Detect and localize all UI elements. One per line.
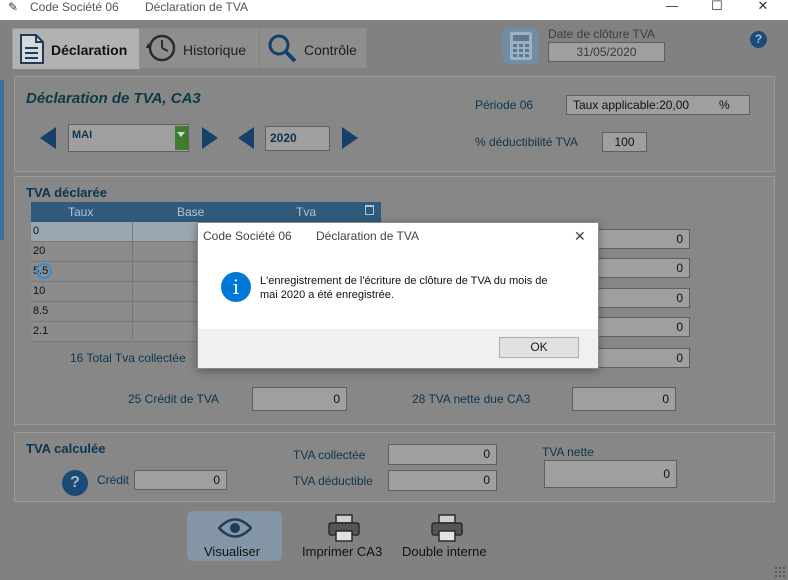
window-doc-title: Déclaration de TVA	[145, 0, 248, 14]
print-ca3-button[interactable]: Imprimer CA3	[300, 511, 390, 561]
right-value-field[interactable]: 0	[592, 317, 690, 337]
month-select-value: MAI	[72, 129, 93, 141]
month-select[interactable]: MAI	[68, 124, 189, 152]
declaration-title: Déclaration de TVA, CA3	[26, 90, 201, 107]
period-label: Période 06	[475, 98, 534, 112]
trash-icon[interactable]	[365, 205, 374, 215]
printer-icon	[328, 514, 360, 542]
dialog-close-button[interactable]: ✕	[574, 228, 586, 245]
title-bar: ✎ Code Société 06 Déclaration de TVA — ☐…	[0, 0, 788, 20]
month-prev-arrow[interactable]	[40, 127, 56, 149]
rate-value: 20,00	[659, 98, 690, 112]
right-value-field[interactable]: 0	[592, 258, 690, 278]
tab-declaration-label: Déclaration	[51, 42, 128, 58]
net-due-label: 28 TVA nette due CA3	[412, 392, 531, 406]
info-icon: i	[221, 272, 251, 302]
dialog-message-line1: L'enregistrement de l'écriture de clôtur…	[260, 275, 548, 287]
right-value-field[interactable]: 0	[592, 288, 690, 308]
calc-collected-field[interactable]: 0	[388, 444, 497, 465]
year-next-arrow[interactable]	[342, 127, 358, 149]
tva-declaree-title: TVA déclarée	[26, 185, 107, 200]
month-next-arrow[interactable]	[202, 127, 218, 149]
dialog-footer: OK	[198, 329, 598, 368]
grid-cell-taux: 8.5	[33, 305, 49, 317]
close-button[interactable]: ✕	[748, 0, 778, 14]
total-collected-field[interactable]: 0	[592, 348, 690, 368]
maximize-button[interactable]: ☐	[702, 0, 732, 14]
dialog-doc-title: Déclaration de TVA	[316, 229, 419, 243]
tva-calculee-title: TVA calculée	[26, 441, 106, 456]
chevron-down-icon	[177, 132, 185, 137]
preview-button[interactable]: Visualiser	[187, 511, 282, 561]
closing-date-field[interactable]: 31/05/2020	[548, 42, 665, 62]
ok-button[interactable]: OK	[499, 337, 579, 358]
month-dropdown-button[interactable]	[175, 126, 188, 150]
clock-icon	[146, 34, 176, 62]
calc-credit-field[interactable]: 0	[134, 470, 227, 490]
grid-cell-taux: 20	[33, 245, 46, 257]
deductibility-field[interactable]: 100	[602, 132, 647, 152]
credit-tva-label: 25 Crédit de TVA	[128, 392, 219, 406]
help-icon[interactable]: ?	[750, 31, 767, 48]
grid-col-divider	[132, 222, 133, 340]
tab-historique-label: Historique	[183, 42, 247, 58]
dialog-body: i L'enregistrement de l'écriture de clôt…	[198, 257, 598, 329]
double-internal-label: Double interne	[402, 544, 487, 559]
grid-col-taux: Taux	[68, 205, 94, 219]
grid-cell-taux: 0	[33, 225, 40, 237]
dialog-message-line2: mai 2020 a été enregistrée.	[260, 289, 394, 301]
year-prev-arrow[interactable]	[238, 127, 254, 149]
calc-collected-label: TVA collectée	[293, 448, 366, 462]
calculator-icon[interactable]	[502, 27, 540, 65]
eye-icon	[218, 518, 252, 538]
dialog-app-title: Code Société 06	[203, 229, 292, 243]
window-app-title: Code Société 06	[30, 0, 119, 14]
resize-grip[interactable]	[774, 566, 786, 578]
calc-net-label: TVA nette	[542, 445, 594, 459]
cursor-ring	[36, 263, 52, 279]
tab-controle-label: Contrôle	[304, 42, 357, 58]
calc-deductible-field[interactable]: 0	[388, 470, 497, 491]
minimize-button[interactable]: —	[657, 0, 687, 14]
tab-declaration[interactable]: Déclaration	[12, 28, 140, 69]
double-internal-button[interactable]: Double interne	[400, 511, 500, 561]
rate-label: Taux applicable:	[573, 98, 660, 112]
deductibility-label: % déductibilité TVA	[475, 135, 578, 149]
grid-cell-taux: 10	[33, 285, 46, 297]
grid-col-base: Base	[177, 205, 205, 219]
left-edge-strip	[0, 80, 4, 240]
year-field[interactable]: 2020	[265, 126, 330, 151]
info-dialog: Code Société 06 Déclaration de TVA ✕ i L…	[197, 222, 599, 369]
net-due-field[interactable]: 0	[572, 387, 676, 411]
help-question-icon[interactable]: ?	[62, 470, 88, 496]
grid-col-tva: Tva	[296, 205, 317, 219]
tab-controle[interactable]: Contrôle	[260, 28, 366, 68]
credit-tva-field[interactable]: 0	[252, 387, 347, 411]
document-icon	[20, 34, 44, 64]
pen-icon: ✎	[8, 0, 19, 14]
print-ca3-label: Imprimer CA3	[302, 544, 383, 559]
tab-historique[interactable]: Historique	[139, 28, 259, 68]
preview-button-label: Visualiser	[204, 544, 261, 559]
vat-grid-header: Taux Base Tva	[31, 202, 381, 222]
printer-icon	[431, 514, 463, 542]
calc-credit-label: Crédit	[97, 473, 130, 487]
total-collected-label: 16 Total Tva collectée	[70, 351, 186, 365]
calc-deductible-label: TVA déductible	[293, 474, 373, 488]
closing-date-label: Date de clôture TVA	[548, 27, 655, 41]
grid-cell-taux: 2.1	[33, 325, 49, 337]
rate-unit: %	[719, 98, 730, 112]
rate-field[interactable]: Taux applicable:20,00 %	[566, 95, 750, 115]
right-value-field[interactable]: 0	[592, 229, 690, 249]
magnifier-icon	[268, 34, 297, 63]
calc-net-field[interactable]: 0	[544, 460, 677, 488]
